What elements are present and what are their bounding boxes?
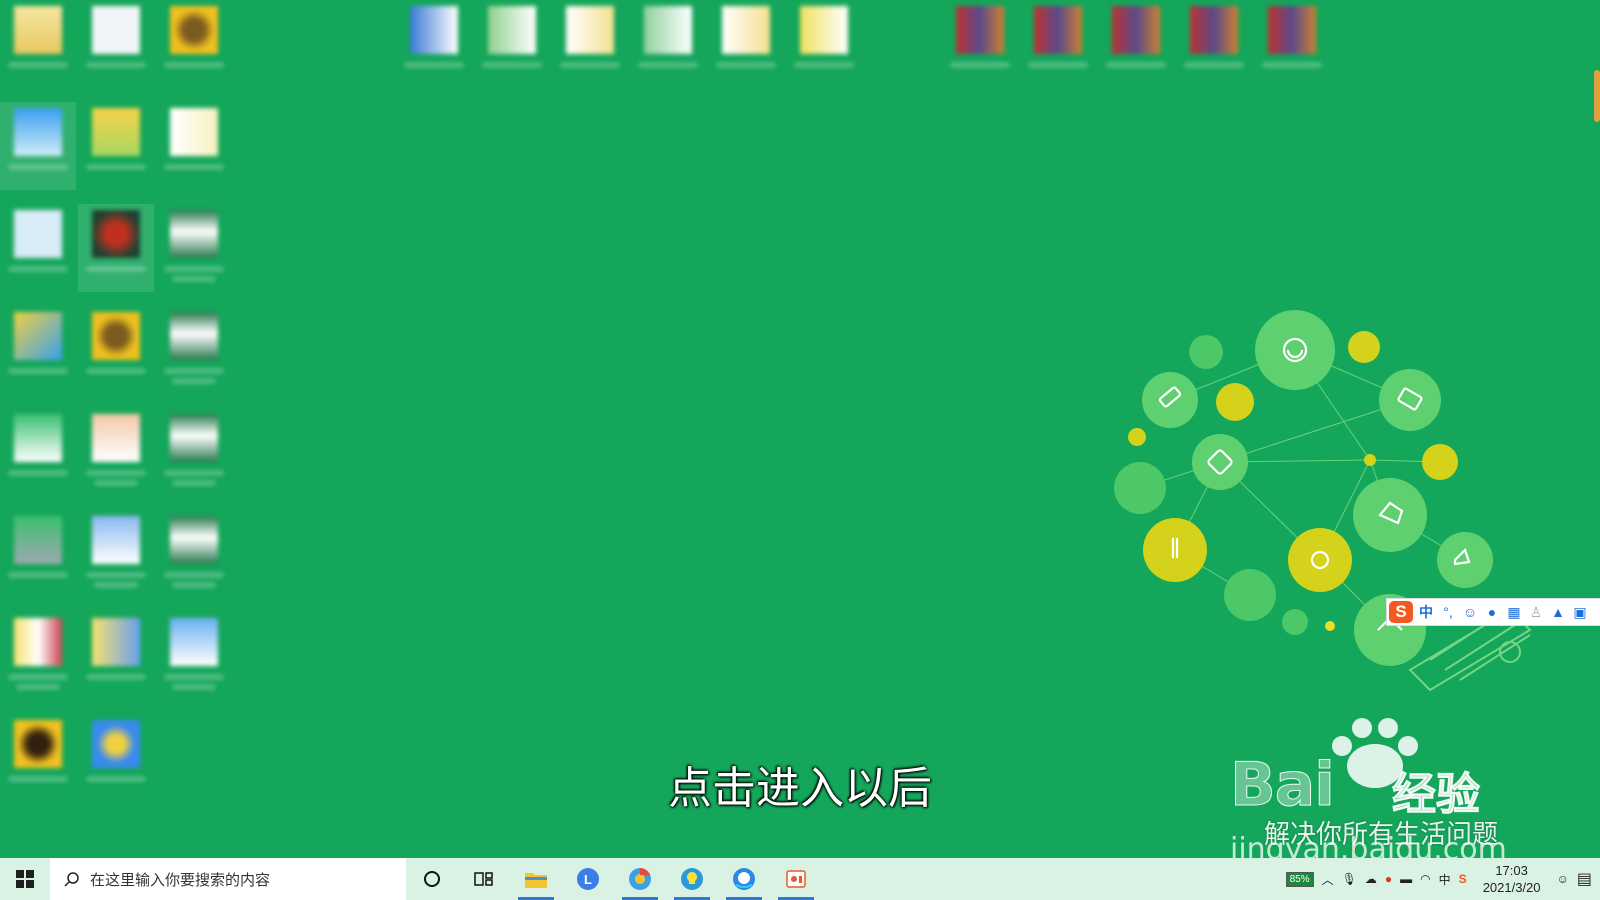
desktop-icon[interactable] bbox=[156, 204, 232, 292]
desktop-icon[interactable] bbox=[78, 0, 154, 88]
battery-percent-badge[interactable]: 85% bbox=[1285, 871, 1314, 887]
desktop-icon[interactable] bbox=[630, 0, 706, 88]
desktop-icon[interactable] bbox=[156, 102, 232, 190]
desktop-icon[interactable] bbox=[78, 510, 154, 598]
chat-icon[interactable]: ☺ bbox=[1557, 872, 1569, 886]
qq-browser-icon bbox=[733, 868, 755, 890]
bulb-app-button[interactable] bbox=[666, 858, 718, 900]
emoji-icon[interactable]: ☺ bbox=[1461, 602, 1479, 622]
desktop-icon[interactable] bbox=[156, 408, 232, 496]
search-placeholder: 在这里输入你要搜索的内容 bbox=[90, 871, 271, 889]
cortana-button[interactable] bbox=[406, 858, 458, 900]
app-l-button[interactable]: L bbox=[562, 858, 614, 900]
desktop-icon[interactable] bbox=[0, 0, 76, 88]
qq-browser-button[interactable] bbox=[718, 858, 770, 900]
office-button[interactable] bbox=[770, 858, 822, 900]
watermark-brand-cn: 经验 bbox=[1392, 770, 1481, 820]
skin-icon[interactable]: ▲ bbox=[1549, 602, 1567, 622]
tools-grid-icon[interactable]: ▣ bbox=[1571, 602, 1589, 622]
desktop-icon[interactable] bbox=[0, 204, 76, 292]
chevron-up-icon[interactable]: ︿ bbox=[1322, 871, 1334, 888]
desktop-icon[interactable] bbox=[156, 510, 232, 598]
microphone-icon[interactable]: ● bbox=[1483, 602, 1501, 622]
desktop-icon[interactable] bbox=[0, 102, 76, 190]
user-icon[interactable]: ♙ bbox=[1527, 602, 1545, 622]
bulb-app-icon bbox=[681, 868, 703, 890]
edge-scroll-indicator bbox=[1594, 70, 1600, 122]
desktop-icon[interactable] bbox=[552, 0, 628, 88]
desktop-icon[interactable] bbox=[396, 0, 472, 88]
sogou-icon[interactable]: S bbox=[1389, 601, 1413, 623]
file-explorer-button[interactable] bbox=[510, 858, 562, 900]
baidu-jingyan-watermark: Bai 经验 解决你所有生活问题 jingyan.baidu.com bbox=[1220, 718, 1540, 867]
ime-indicator[interactable]: 中 bbox=[1439, 871, 1451, 888]
desktop-icon[interactable] bbox=[474, 0, 550, 88]
desktop-icon[interactable] bbox=[78, 306, 154, 394]
file-explorer-icon bbox=[525, 873, 547, 888]
wifi-icon[interactable]: ◠ bbox=[1420, 872, 1430, 886]
office-icon bbox=[786, 870, 806, 888]
task-view-icon bbox=[474, 872, 493, 886]
keyboard-icon[interactable]: ▦ bbox=[1505, 602, 1523, 622]
cloud-icon[interactable]: ☁︎ bbox=[1365, 872, 1377, 886]
browser-button[interactable] bbox=[614, 858, 666, 900]
app-l-icon: L bbox=[577, 868, 599, 890]
ime-punct-toggle[interactable]: °, bbox=[1439, 602, 1457, 622]
clock[interactable]: 17:03 2021/3/20 bbox=[1475, 862, 1549, 896]
desktop-icon[interactable] bbox=[0, 510, 76, 598]
desktop-icon[interactable] bbox=[78, 204, 154, 292]
desktop-icon[interactable] bbox=[0, 408, 76, 496]
desktop-icon[interactable] bbox=[156, 612, 232, 700]
browser-icon bbox=[629, 868, 651, 890]
wallpaper-artwork bbox=[1114, 310, 1532, 692]
battery-icon[interactable]: ▬ bbox=[1400, 872, 1412, 886]
desktop-icon[interactable] bbox=[1098, 0, 1174, 88]
svg-text:L: L bbox=[584, 872, 592, 887]
desktop-icon[interactable] bbox=[78, 612, 154, 700]
desktop-icon[interactable] bbox=[78, 102, 154, 190]
desktop-icon[interactable] bbox=[1176, 0, 1252, 88]
watermark-brand: Bai bbox=[1230, 750, 1336, 821]
cortana-icon bbox=[424, 871, 440, 887]
ime-mode-toggle[interactable]: 中 bbox=[1417, 602, 1435, 622]
desktop-icon[interactable] bbox=[0, 612, 76, 700]
notification-icon[interactable]: ▤ bbox=[1577, 869, 1592, 889]
ime-toolbar[interactable]: S 中 °, ☺ ● ▦ ♙ ▲ ▣ bbox=[1386, 598, 1600, 626]
desktop-icon[interactable] bbox=[1020, 0, 1096, 88]
task-view-button[interactable] bbox=[458, 858, 510, 900]
qq-icon[interactable]: ● bbox=[1385, 872, 1392, 886]
desktop-icon[interactable] bbox=[942, 0, 1018, 88]
desktop-icon[interactable] bbox=[156, 306, 232, 394]
taskbar-search-box[interactable]: 在这里输入你要搜索的内容 bbox=[50, 858, 406, 900]
start-button[interactable] bbox=[0, 858, 50, 900]
search-icon bbox=[64, 872, 79, 887]
desktop-icon[interactable] bbox=[708, 0, 784, 88]
clock-date: 2021/3/20 bbox=[1482, 880, 1541, 895]
desktop-icon[interactable] bbox=[156, 0, 232, 88]
desktop-icon[interactable] bbox=[78, 408, 154, 496]
desktop-icon[interactable] bbox=[0, 306, 76, 394]
system-tray: 85% ︿ 🎙︎ ☁︎ ● ▬ ◠ 中 S 17:03 2021/3/20 ☺ … bbox=[1285, 858, 1600, 900]
windows-logo-icon bbox=[16, 870, 34, 888]
clock-time: 17:03 bbox=[1495, 863, 1528, 878]
desktop-icon[interactable] bbox=[1254, 0, 1330, 88]
microphone-icon[interactable]: 🎙︎ bbox=[1342, 872, 1357, 886]
desktop-icon[interactable] bbox=[786, 0, 862, 88]
taskbar: 在这里输入你要搜索的内容 L 85% ︿ 🎙︎ ☁︎ ● ▬ ◠ 中 S 17:… bbox=[0, 858, 1600, 900]
sogou-icon[interactable]: S bbox=[1459, 872, 1467, 886]
